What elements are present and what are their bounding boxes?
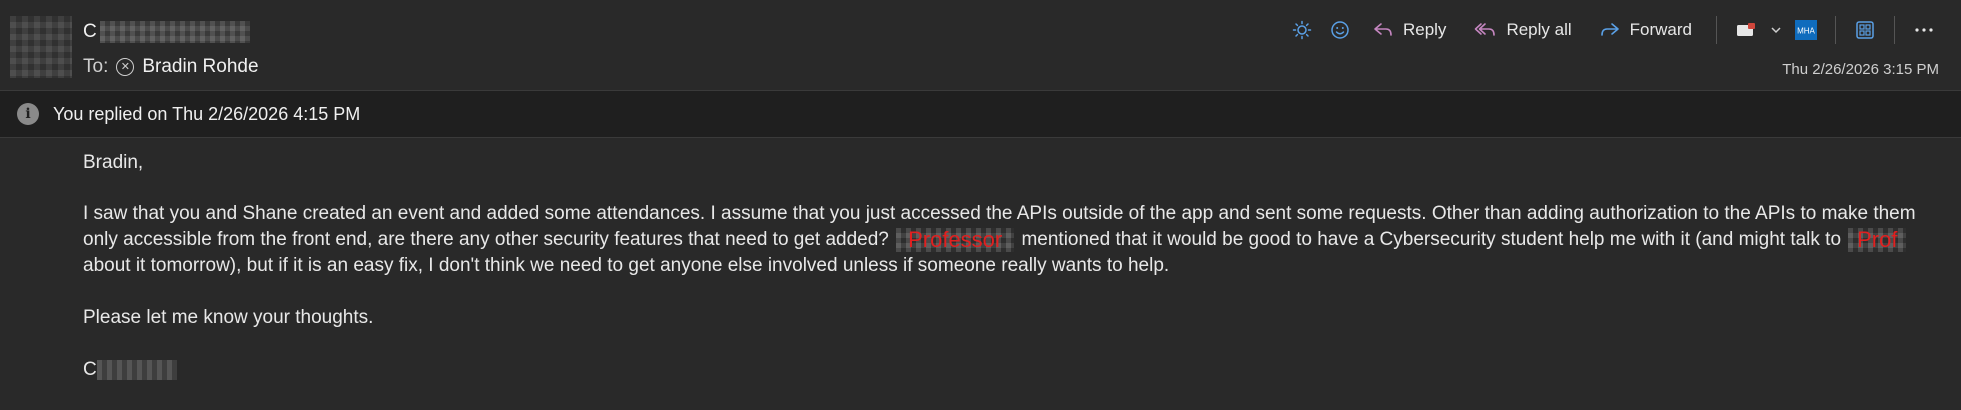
to-label: To: (83, 56, 109, 77)
replied-banner[interactable]: i You replied on Thu 2/26/2026 4:15 PM (0, 90, 1961, 138)
forward-button[interactable]: Forward (1586, 12, 1706, 48)
recipient-status-icon: ✕ (116, 58, 135, 76)
apps-icon[interactable] (1846, 12, 1884, 48)
forward-label: Forward (1629, 20, 1692, 39)
emoji-icon[interactable] (1321, 12, 1359, 48)
message-body: Bradin, I saw that you and Shane created… (83, 150, 1943, 383)
body-paragraph: I saw that you and Shane created an even… (83, 201, 1943, 279)
reply-button[interactable]: Reply (1359, 12, 1460, 48)
signature: C (83, 357, 1943, 383)
sender-name[interactable]: C (83, 18, 250, 46)
redacted-name: Professor (896, 226, 1015, 252)
forward-icon (1600, 23, 1619, 36)
replied-text: You replied on Thu 2/26/2026 4:15 PM (53, 103, 361, 124)
reply-icon (1374, 23, 1392, 36)
closing-line: Please let me know your thoughts. (83, 307, 374, 328)
reply-label: Reply (1402, 20, 1447, 39)
info-icon: i (17, 103, 39, 125)
message-header: C To: ✕ Bradin Rohde Reply Reply all For… (0, 0, 1961, 90)
addin-icon[interactable]: MHA (1787, 12, 1825, 48)
signature-initial: C (83, 359, 97, 380)
sender-name-redacted (99, 21, 250, 43)
brightness-icon[interactable] (1283, 12, 1321, 48)
addin-label: MHA (1797, 27, 1815, 36)
body-text: about it tomorrow), but if it is an easy… (83, 255, 1170, 276)
redacted-name: Prof (1848, 226, 1907, 252)
reply-all-button[interactable]: Reply all (1460, 12, 1585, 48)
sent-timestamp: Thu 2/26/2026 3:15 PM (1782, 61, 1939, 78)
toolbar-divider (1716, 16, 1717, 44)
signature-redacted (96, 359, 177, 380)
toolbar-divider (1835, 16, 1836, 44)
recipient-name[interactable]: Bradin Rohde (142, 56, 258, 78)
reply-all-label: Reply all (1506, 20, 1572, 39)
toolbar-divider (1894, 16, 1895, 44)
body-text: mentioned that it would be good to have … (1021, 229, 1842, 250)
chevron-down-icon[interactable] (1765, 12, 1787, 48)
reply-all-icon (1475, 23, 1496, 36)
redaction-label: Prof (1857, 226, 1898, 252)
greeting: Bradin, (83, 152, 144, 173)
sender-initial: C (83, 21, 97, 42)
message-toolbar: Reply Reply all Forward MHA (1283, 12, 1943, 48)
recipients-line: To: ✕ Bradin Rohde (83, 56, 259, 78)
more-icon[interactable] (1905, 12, 1943, 48)
redaction-label: Professor (908, 226, 1003, 252)
tag-icon[interactable] (1727, 12, 1765, 48)
sender-avatar[interactable] (10, 16, 72, 78)
